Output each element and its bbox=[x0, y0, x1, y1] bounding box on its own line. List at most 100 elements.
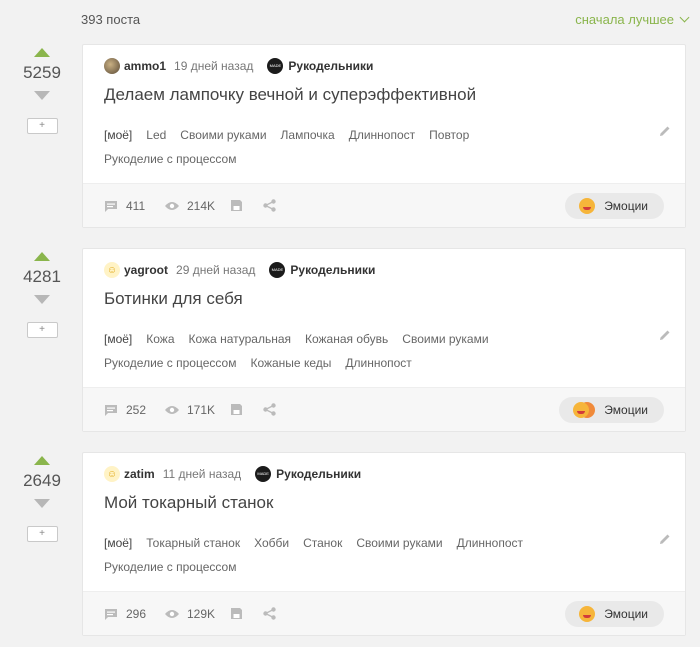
post: 2649 + ☺ zatim 11 дней назад MADE WITH H… bbox=[0, 452, 700, 640]
post-time: 19 дней назад bbox=[174, 59, 254, 73]
tag[interactable]: Своими руками bbox=[402, 327, 488, 351]
tag[interactable]: Кожаные кеды bbox=[250, 351, 331, 375]
share-icon[interactable] bbox=[263, 403, 276, 416]
comments-stat[interactable]: 296 bbox=[104, 607, 146, 621]
post-title[interactable]: Делаем лампочку вечной и суперэффективно… bbox=[104, 85, 476, 105]
vote-column: 4281 + bbox=[10, 248, 74, 338]
comments-stat[interactable]: 411 bbox=[104, 199, 145, 213]
tag-list: [моё] Кожа Кожа натуральная Кожаная обувь Св… bbox=[104, 327, 644, 375]
post-card: ☺ zatim 11 дней назад MADE WITH HANDS Ру… bbox=[82, 452, 686, 636]
tag[interactable]: Кожа натуральная bbox=[189, 327, 292, 351]
avatar[interactable]: ☺ bbox=[104, 466, 120, 482]
tag[interactable]: Своими руками bbox=[356, 531, 442, 555]
add-comment-plus-button[interactable]: + bbox=[26, 526, 58, 542]
comments-count: 252 bbox=[126, 403, 147, 417]
add-comment-plus-button[interactable]: + bbox=[26, 322, 58, 338]
comments-stat[interactable]: 252 bbox=[104, 403, 146, 417]
tag[interactable]: Токарный станок bbox=[146, 531, 240, 555]
post-meta: ammo1 19 дней назад MADE WITH HANDS Руко… bbox=[104, 57, 373, 75]
post-card: ammo1 19 дней назад MADE WITH HANDS Руко… bbox=[82, 44, 686, 228]
post-title[interactable]: Мой токарный станок bbox=[104, 493, 273, 513]
tag[interactable]: [моё] bbox=[104, 123, 132, 147]
post-count: 393 поста bbox=[81, 12, 141, 27]
tag[interactable]: Кожаная обувь bbox=[305, 327, 388, 351]
emotions-button[interactable]: Эмоции bbox=[565, 193, 664, 219]
tag[interactable]: Кожа bbox=[146, 327, 174, 351]
tag[interactable]: Хобби bbox=[254, 531, 289, 555]
post-time: 11 дней назад bbox=[162, 467, 242, 481]
pencil-icon[interactable] bbox=[659, 329, 671, 341]
author-name[interactable]: ammo1 bbox=[124, 59, 166, 73]
community-name[interactable]: Рукодельники bbox=[276, 467, 361, 481]
tag[interactable]: Лампочка bbox=[281, 123, 335, 147]
post: 4281 + ☺ yagroot 29 дней назад MADE WITH… bbox=[0, 248, 700, 436]
views-stat: 171K bbox=[165, 403, 215, 417]
save-icon[interactable] bbox=[230, 607, 243, 620]
community-logo[interactable]: MADE WITH HANDS bbox=[269, 262, 286, 278]
emotion-face-icon bbox=[573, 402, 590, 418]
tag[interactable]: Рукоделие с процессом bbox=[104, 555, 236, 579]
save-icon[interactable] bbox=[230, 403, 243, 416]
post: 5259 + ammo1 19 дней назад MADE WITH HAN… bbox=[0, 44, 700, 232]
tag[interactable]: Рукоделие с процессом bbox=[104, 351, 236, 375]
share-icon[interactable] bbox=[263, 607, 276, 620]
tag-list: [моё] Led Своими руками Лампочка Длиннопост П… bbox=[104, 123, 644, 171]
pencil-icon[interactable] bbox=[659, 533, 671, 545]
eye-icon bbox=[165, 610, 179, 618]
vote-down-icon[interactable] bbox=[34, 499, 50, 508]
tag[interactable]: Станок bbox=[303, 531, 342, 555]
pencil-icon[interactable] bbox=[659, 125, 671, 137]
emotions-button[interactable]: Эмоции bbox=[559, 397, 664, 423]
community-name[interactable]: Рукодельники bbox=[288, 59, 373, 73]
views-count: 171K bbox=[187, 403, 216, 417]
post-rating: 2649 bbox=[23, 471, 61, 490]
emotion-face-icon bbox=[579, 606, 596, 622]
community-logo[interactable]: MADE WITH HANDS bbox=[267, 58, 284, 74]
tag[interactable]: [моё] bbox=[104, 327, 132, 351]
vote-up-icon[interactable] bbox=[34, 48, 50, 57]
tag[interactable]: Длиннопост bbox=[345, 351, 411, 375]
eye-icon bbox=[165, 406, 179, 414]
post-title[interactable]: Ботинки для себя bbox=[104, 289, 243, 309]
post-rating: 5259 bbox=[23, 63, 61, 82]
add-comment-plus-button[interactable]: + bbox=[26, 118, 58, 134]
vote-up-icon[interactable] bbox=[34, 252, 50, 261]
post-time: 29 дней назад bbox=[176, 263, 256, 277]
comment-icon bbox=[105, 608, 117, 620]
tag[interactable]: Led bbox=[146, 123, 166, 147]
community-name[interactable]: Рукодельники bbox=[290, 263, 375, 277]
post-footer: 411 214K Эмоции bbox=[83, 183, 685, 227]
tag[interactable]: Длиннопост bbox=[349, 123, 415, 147]
views-stat: 129K bbox=[165, 607, 215, 621]
author-name[interactable]: yagroot bbox=[124, 263, 168, 277]
post-meta: ☺ yagroot 29 дней назад MADE WITH HANDS … bbox=[104, 261, 375, 279]
sort-label: сначала лучшее bbox=[575, 12, 674, 27]
views-count: 214K bbox=[187, 199, 216, 213]
post-footer: 296 129K Эмоции bbox=[83, 591, 685, 635]
avatar[interactable]: ☺ bbox=[104, 262, 120, 278]
author-name[interactable]: zatim bbox=[124, 467, 155, 481]
emotions-button[interactable]: Эмоции bbox=[565, 601, 664, 627]
post-meta: ☺ zatim 11 дней назад MADE WITH HANDS Ру… bbox=[104, 465, 361, 483]
comments-count: 296 bbox=[126, 607, 147, 621]
vote-column: 5259 + bbox=[10, 44, 74, 134]
vote-down-icon[interactable] bbox=[34, 91, 50, 100]
comment-icon bbox=[105, 200, 117, 212]
vote-up-icon[interactable] bbox=[34, 456, 50, 465]
vote-down-icon[interactable] bbox=[34, 295, 50, 304]
post-rating: 4281 bbox=[23, 267, 61, 286]
tag[interactable]: Рукоделие с процессом bbox=[104, 147, 236, 171]
tag[interactable]: Повтор bbox=[429, 123, 469, 147]
tag[interactable]: [моё] bbox=[104, 531, 132, 555]
save-icon[interactable] bbox=[230, 199, 243, 212]
emotions-label: Эмоции bbox=[604, 403, 648, 417]
emotions-label: Эмоции bbox=[604, 607, 648, 621]
vote-column: 2649 + bbox=[10, 452, 74, 542]
share-icon[interactable] bbox=[263, 199, 276, 212]
tag[interactable]: Длиннопост bbox=[457, 531, 523, 555]
eye-icon bbox=[165, 202, 179, 210]
tag[interactable]: Своими руками bbox=[180, 123, 266, 147]
avatar[interactable] bbox=[104, 58, 120, 74]
sort-dropdown[interactable]: сначала лучшее bbox=[575, 12, 690, 27]
community-logo[interactable]: MADE WITH HANDS bbox=[255, 466, 272, 482]
